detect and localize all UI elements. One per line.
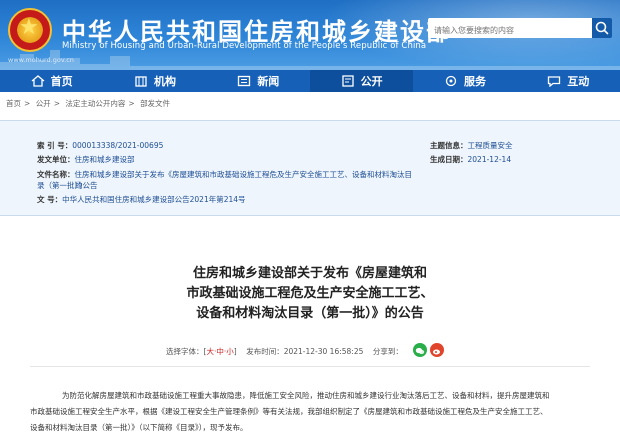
font-select-label: 选择字体：[	[166, 347, 207, 356]
article-body: 为防范化解房屋建筑和市政基础设施工程重大事故隐患，降低施工安全风险，推动住房和城…	[30, 388, 600, 436]
font-small-link[interactable]: 小	[226, 347, 234, 356]
breadcrumb-separator: >	[24, 99, 31, 108]
nav-item-interact[interactable]: 互动	[517, 70, 620, 92]
nav-item-service[interactable]: 服务	[413, 70, 516, 92]
body-line: 设备和材料淘汰目录（第一批）》（以下简称《目录》），现予发布。	[30, 423, 248, 432]
site-subtitle: Ministry of Housing and Urban-Rural Deve…	[62, 41, 427, 51]
topic-value: 工程质量安全	[467, 141, 513, 150]
document-info-panel: 索 引 号：000013338/2021-00695 主题信息：工程质量安全 发…	[0, 120, 620, 216]
docnumber-label: 文 号：	[37, 195, 63, 204]
search-box	[428, 18, 594, 41]
breadcrumb-documents[interactable]: 部发文件	[140, 99, 170, 108]
site-header: ★ 中华人民共和国住房和城乡建设部 Ministry of Housing an…	[0, 0, 620, 70]
breadcrumb-separator: >	[53, 99, 60, 108]
doc-icon	[341, 75, 354, 87]
topic-label: 主题信息：	[430, 141, 468, 150]
publish-time: 发布时间：2021-12-30 16:58:25	[246, 347, 364, 356]
org-icon	[135, 76, 147, 87]
national-emblem-icon: ★	[8, 8, 52, 52]
weibo-share-button[interactable]	[430, 343, 444, 357]
share-label: 分享到：	[372, 347, 403, 356]
article-title: 住房和城乡建设部关于发布《房屋建筑和 市政基础设施工程危及生产安全施工工艺、 设…	[186, 266, 434, 321]
filename-value-cont: 的公告	[75, 181, 98, 190]
breadcrumb-separator: >	[128, 99, 135, 108]
font-medium-link[interactable]: 中	[216, 347, 224, 356]
service-icon	[445, 75, 457, 87]
home-icon	[31, 75, 45, 87]
nav-label: 互动	[567, 75, 590, 88]
breadcrumb-home[interactable]: 首页	[6, 99, 21, 108]
search-input[interactable]	[428, 20, 568, 41]
search-icon	[595, 21, 609, 35]
nav-label: 机构	[153, 75, 176, 88]
publisher-label: 发文单位：	[37, 155, 75, 164]
nav-item-home[interactable]: 首页	[0, 70, 103, 92]
site-domain: www.mohurd.gov.cn	[8, 56, 74, 64]
nav-item-org[interactable]: 机构	[103, 70, 206, 92]
date-label: 生成日期：	[430, 155, 468, 164]
search-button[interactable]	[592, 18, 612, 38]
article-meta: 选择字体：[大·中·小] 发布时间：2021-12-30 16:58:25 分享…	[166, 347, 403, 356]
publisher-value: 住房和城乡建设部	[74, 155, 135, 164]
breadcrumb-public[interactable]: 公开	[36, 99, 51, 108]
main-nav: 首页 机构 新闻 公开 服务 互动	[0, 70, 620, 92]
date-value: 2021-12-14	[467, 155, 512, 164]
body-line: 为防范化解房屋建筑和市政基础设施工程重大事故隐患，降低施工安全风险，推动住房和城…	[62, 391, 550, 400]
font-large-link[interactable]: 大	[206, 347, 214, 356]
chat-icon	[548, 76, 561, 87]
index-value: 000013338/2021-00695	[72, 141, 164, 150]
wechat-icon	[415, 347, 425, 355]
nav-label: 公开	[360, 75, 383, 88]
breadcrumb-statutory[interactable]: 法定主动公开内容	[65, 99, 125, 108]
nav-label: 新闻	[257, 75, 280, 88]
nav-label: 服务	[463, 75, 486, 88]
nav-item-public[interactable]: 公开	[309, 70, 414, 92]
divider	[30, 366, 590, 367]
body-line: 市政基础设施工程安全生产水平，根据《建设工程安全生产管理条例》等有关法规，我部组…	[30, 407, 548, 416]
wechat-share-button[interactable]	[413, 343, 427, 357]
index-label: 索 引 号：	[37, 141, 73, 150]
docnumber-value: 中华人民共和国住房和城乡建设部公告2021年第214号	[62, 195, 246, 204]
breadcrumb: 首页 > 公开 > 法定主动公开内容 > 部发文件	[6, 98, 173, 109]
filename-label: 文件名称：	[37, 170, 75, 179]
nav-item-news[interactable]: 新闻	[207, 70, 310, 92]
weibo-icon	[433, 349, 440, 355]
news-icon	[238, 75, 251, 87]
nav-label: 首页	[50, 75, 73, 88]
